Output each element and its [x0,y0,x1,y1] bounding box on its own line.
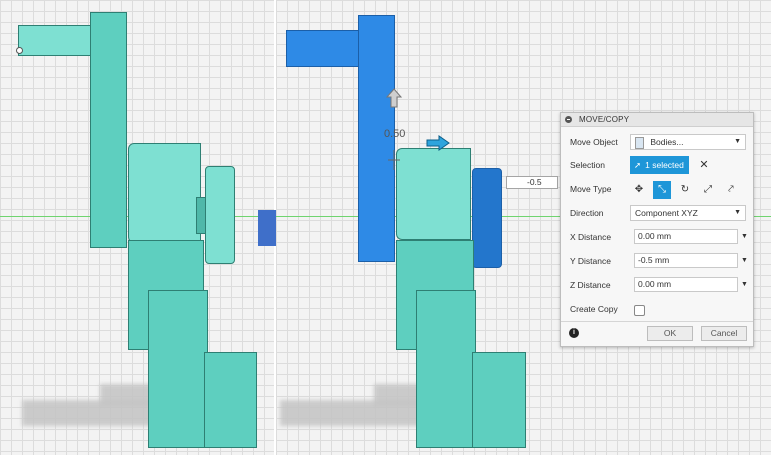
selection-row: Selection ➚ 1 selected ✕ [561,155,753,175]
selection-label: Selection [570,160,605,170]
direction-select[interactable]: Component XYZ ▼ [630,205,746,221]
move-copy-dialog: MOVE/COPY Move Object Bodies... ▼ Select… [560,112,754,347]
dialog-title: MOVE/COPY [579,115,630,124]
hub-body[interactable] [396,148,471,240]
chevron-down-icon[interactable]: ▼ [741,229,748,244]
move-object-select[interactable]: Bodies... ▼ [630,134,746,150]
info-icon[interactable]: i [569,328,579,338]
y-distance-row: Y Distance -0.5 mm ▼ [561,251,753,271]
chevron-down-icon[interactable]: ▼ [741,277,748,292]
selection-button[interactable]: ➚ 1 selected [630,156,689,174]
floating-distance-input[interactable]: -0.5 [506,176,558,189]
cancel-button[interactable]: Cancel [701,326,747,341]
move-type-row: Move Type ✥ ⤡ ↻ ⤢ ⤤ [561,179,753,199]
direction-value: Component XYZ [635,208,698,218]
z-distance-label: Z Distance [570,280,611,290]
vertex-point[interactable] [16,47,23,54]
up-arrow-manipulator-icon[interactable] [386,88,402,108]
knob[interactable] [205,166,235,264]
right-arrow-manipulator-icon[interactable] [426,135,450,151]
y-distance-input[interactable]: -0.5 mm [634,253,738,268]
manipulator-value: 0.50 [384,128,406,140]
move-type-label: Move Type [570,184,612,194]
create-copy-label: Create Copy [570,304,618,314]
z-distance-row: Z Distance 0.00 mm ▼ [561,275,753,295]
hub-body[interactable] [128,143,201,243]
dialog-header[interactable]: MOVE/COPY [561,113,753,127]
leg[interactable] [416,290,476,448]
x-distance-input[interactable]: 0.00 mm [634,229,738,244]
chevron-down-icon: ▼ [734,138,741,145]
vertical-link[interactable] [90,12,127,248]
point-to-position-icon[interactable]: ⤤ [722,181,740,199]
direction-row: Direction Component XYZ ▼ [561,203,753,223]
handle-arm[interactable] [18,25,94,56]
clear-selection-icon[interactable]: ✕ [699,156,708,174]
point-to-point-icon[interactable]: ⤢ [699,181,717,199]
cursor-icon: ➚ [634,160,642,170]
y-distance-label: Y Distance [570,256,611,266]
x-distance-label: X Distance [570,232,612,242]
z-distance-input[interactable]: 0.00 mm [634,277,738,292]
free-move-icon[interactable]: ✥ [630,181,648,199]
ok-button[interactable]: OK [647,326,693,341]
rotate-icon[interactable]: ↻ [676,181,694,199]
chevron-down-icon: ▼ [734,209,741,216]
selected-knob[interactable] [472,168,502,268]
leg[interactable] [148,290,208,448]
dialog-footer: i OK Cancel [561,321,753,346]
chevron-down-icon[interactable]: ▼ [741,253,748,268]
create-copy-checkbox[interactable] [634,305,645,316]
viewport-before[interactable] [0,0,274,455]
collapse-icon[interactable] [565,116,572,123]
move-object-row: Move Object Bodies... ▼ [561,132,753,152]
move-object-label: Move Object [570,137,618,147]
translate-icon[interactable]: ⤡ [653,181,671,199]
selection-count: 1 selected [645,160,684,170]
x-distance-row: X Distance 0.00 mm ▼ [561,227,753,247]
move-object-value: Bodies... [650,137,684,147]
foot[interactable] [204,352,257,448]
body-icon [635,136,644,149]
create-copy-row: Create Copy [561,299,753,319]
selected-handle-arm[interactable] [286,30,361,67]
direction-label: Direction [570,208,604,218]
foot[interactable] [472,352,526,448]
origin-marker-icon[interactable] [388,150,400,170]
